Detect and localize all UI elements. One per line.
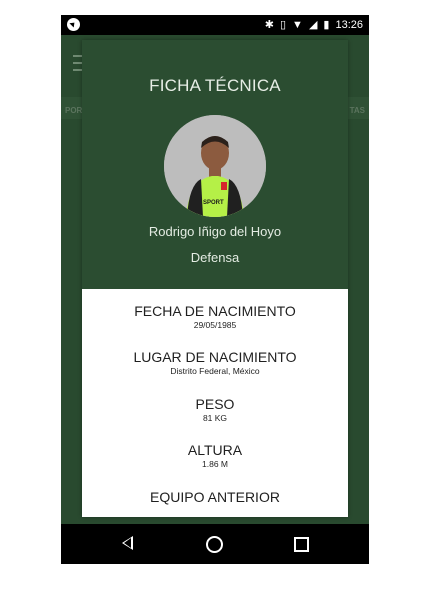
vibrate-icon: ▯: [279, 19, 287, 31]
home-icon[interactable]: [206, 536, 223, 553]
detail-height: ALTURA 1.86 M: [82, 442, 348, 469]
svg-text:SPORT: SPORT: [203, 200, 224, 206]
cellular-signal-icon: ◢: [308, 19, 318, 31]
detail-label: PESO: [195, 396, 235, 412]
detail-previous-team: EQUIPO ANTERIOR: [82, 489, 348, 505]
wifi-icon: ▼: [292, 18, 303, 31]
detail-value: Distrito Federal, México: [170, 366, 260, 376]
player-photo: SPORT: [164, 115, 266, 217]
status-time: 13:26: [335, 18, 363, 31]
navigation-icon: [67, 18, 80, 31]
player-profile-modal: FICHA TÉCNICA SPORT Rodrigo Iñigo del Ho…: [82, 40, 348, 517]
background-tab-right[interactable]: TAS: [350, 106, 365, 115]
back-icon[interactable]: [122, 536, 133, 550]
android-navigation-bar: [61, 524, 369, 564]
status-icons: ✱ ▯ ▼ ◢ ▮ 13:26: [264, 18, 363, 32]
detail-weight: PESO 81 KG: [82, 396, 348, 423]
bluetooth-icon: ✱: [264, 19, 274, 31]
recent-apps-icon[interactable]: [294, 537, 309, 552]
detail-value: 29/05/1985: [193, 320, 237, 330]
player-avatar: SPORT: [164, 115, 266, 217]
status-bar: ✱ ▯ ▼ ◢ ▮ 13:26: [61, 15, 369, 35]
detail-label: LUGAR DE NACIMIENTO: [133, 349, 297, 365]
modal-title: FICHA TÉCNICA: [149, 76, 281, 95]
battery-icon: ▮: [323, 19, 330, 31]
detail-label: EQUIPO ANTERIOR: [150, 489, 280, 505]
phone-screen: ✱ ▯ ▼ ◢ ▮ 13:26 POR TAS FICHA TÉCNICA SP…: [61, 15, 369, 564]
detail-label: FECHA DE NACIMIENTO: [134, 303, 296, 319]
detail-value: 81 KG: [202, 413, 228, 423]
background-tab-left[interactable]: POR: [65, 106, 82, 115]
detail-birth-place: LUGAR DE NACIMIENTO Distrito Federal, Mé…: [82, 349, 348, 376]
player-position: Defensa: [190, 250, 240, 265]
player-name: Rodrigo Iñigo del Hoyo: [148, 224, 282, 239]
detail-label: ALTURA: [187, 442, 243, 458]
player-details-panel: FECHA DE NACIMIENTO 29/05/1985 LUGAR DE …: [82, 289, 348, 517]
detail-value: 1.86 M: [202, 459, 228, 469]
detail-birth-date: FECHA DE NACIMIENTO 29/05/1985: [82, 303, 348, 330]
